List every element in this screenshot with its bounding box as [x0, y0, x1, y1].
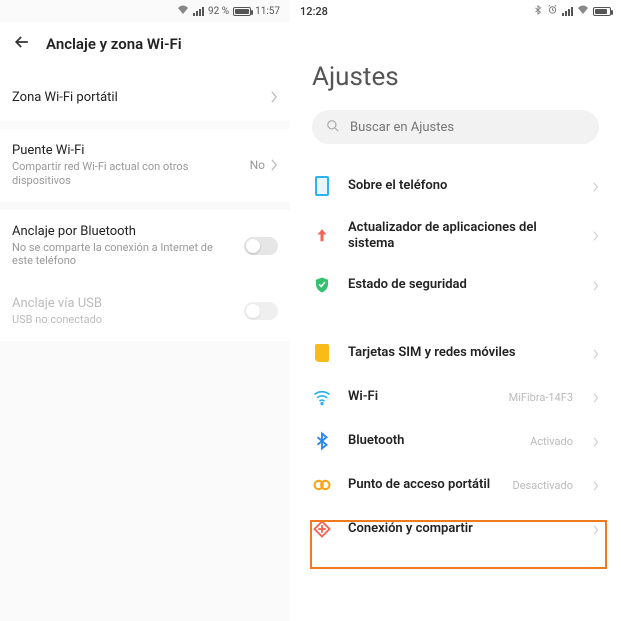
- status-time: 12:28: [300, 5, 328, 18]
- back-icon[interactable]: [12, 32, 32, 56]
- row-title: Puente Wi-Fi: [12, 143, 242, 158]
- row-title: Anclaje por Bluetooth: [12, 224, 236, 239]
- item-label: Actualizador de aplicaciones del sistema: [348, 220, 573, 251]
- chevron-right-icon: [593, 226, 599, 245]
- item-label: Tarjetas SIM y redes móviles: [348, 345, 573, 361]
- sim-icon: [312, 343, 332, 363]
- item-value: Activado: [530, 435, 573, 448]
- status-time: 11:57: [255, 6, 280, 17]
- row-title: Anclaje vía USB: [12, 296, 236, 311]
- row-title: Zona Wi-Fi portátil: [12, 90, 263, 105]
- chevron-right-icon: [271, 88, 278, 107]
- battery-icon: [233, 7, 251, 16]
- wifi-status-icon: [577, 4, 589, 19]
- item-label: Punto de acceso portátil: [348, 477, 497, 493]
- chevron-right-icon: [593, 276, 599, 295]
- item-label: Bluetooth: [348, 433, 514, 449]
- item-value: Desactivado: [513, 479, 573, 492]
- chevron-right-icon: [593, 432, 599, 451]
- row-subtitle: Compartir red Wi-Fi actual con otros dis…: [12, 160, 242, 188]
- tethering-settings-screen: 92 % 11:57 Anclaje y zona Wi-Fi Zona Wi-…: [0, 0, 290, 621]
- item-value: MiFibra-14F3: [509, 391, 573, 404]
- wifi-icon: [312, 387, 332, 407]
- row-subtitle: No se comparte la conexión a Internet de…: [12, 241, 236, 269]
- search-bar[interactable]: [312, 110, 599, 144]
- row-subtitle: USB no conectado: [12, 313, 236, 327]
- share-icon: [312, 519, 332, 539]
- row-value: No: [250, 158, 265, 172]
- battery-percent-text: 92 %: [208, 6, 229, 17]
- settings-title: Ajustes: [290, 22, 621, 110]
- alarm-icon: [547, 4, 558, 18]
- signal-icon: [193, 7, 204, 16]
- row-wifi-bridge[interactable]: Puente Wi-Fi Compartir red Wi-Fi actual …: [0, 129, 290, 202]
- item-label: Conexión y compartir: [348, 521, 573, 537]
- row-portable-wifi[interactable]: Zona Wi-Fi portátil: [0, 74, 290, 121]
- bluetooth-tether-toggle[interactable]: [244, 237, 278, 255]
- item-label: Estado de seguridad: [348, 277, 573, 293]
- settings-item-bluetooth[interactable]: Bluetooth Activado: [290, 419, 621, 463]
- chevron-right-icon: [593, 476, 599, 495]
- search-icon: [326, 118, 340, 137]
- settings-main-screen: 12:28 Ajustes: [290, 0, 621, 621]
- hotspot-icon: [312, 475, 332, 495]
- arrow-up-icon: [312, 226, 332, 246]
- shield-icon: [312, 275, 332, 295]
- settings-item-system-updater[interactable]: Actualizador de aplicaciones del sistema: [290, 208, 621, 263]
- settings-item-security-status[interactable]: Estado de seguridad: [290, 263, 621, 307]
- status-bar: 92 % 11:57: [0, 0, 290, 22]
- status-bar: 12:28: [290, 0, 621, 22]
- wifi-status-icon: [177, 4, 189, 19]
- item-label: Sobre el teléfono: [348, 178, 573, 194]
- settings-item-hotspot[interactable]: Punto de acceso portátil Desactivado: [290, 463, 621, 507]
- bluetooth-icon: [312, 431, 332, 451]
- search-input[interactable]: [350, 120, 585, 135]
- chevron-right-icon: [593, 177, 599, 196]
- signal-icon: [562, 7, 573, 16]
- settings-item-about-phone[interactable]: Sobre el teléfono: [290, 164, 621, 208]
- item-label: Wi-Fi: [348, 389, 493, 405]
- chevron-right-icon: [271, 156, 278, 175]
- page-title: Anclaje y zona Wi-Fi: [46, 35, 182, 53]
- settings-item-connection-sharing[interactable]: Conexión y compartir: [290, 507, 621, 551]
- bluetooth-status-icon: [533, 4, 543, 19]
- settings-item-sim[interactable]: Tarjetas SIM y redes móviles: [290, 331, 621, 375]
- settings-item-wifi[interactable]: Wi-Fi MiFibra-14F3: [290, 375, 621, 419]
- status-icons: [533, 4, 611, 19]
- chevron-right-icon: [593, 520, 599, 539]
- row-usb-tether: Anclaje vía USB USB no conectado: [0, 282, 290, 341]
- usb-tether-toggle: [244, 302, 278, 320]
- battery-icon: [593, 7, 611, 16]
- phone-icon: [312, 176, 332, 196]
- header-bar: Anclaje y zona Wi-Fi: [0, 22, 290, 74]
- chevron-right-icon: [593, 388, 599, 407]
- row-bluetooth-tether[interactable]: Anclaje por Bluetooth No se comparte la …: [0, 210, 290, 283]
- chevron-right-icon: [593, 344, 599, 363]
